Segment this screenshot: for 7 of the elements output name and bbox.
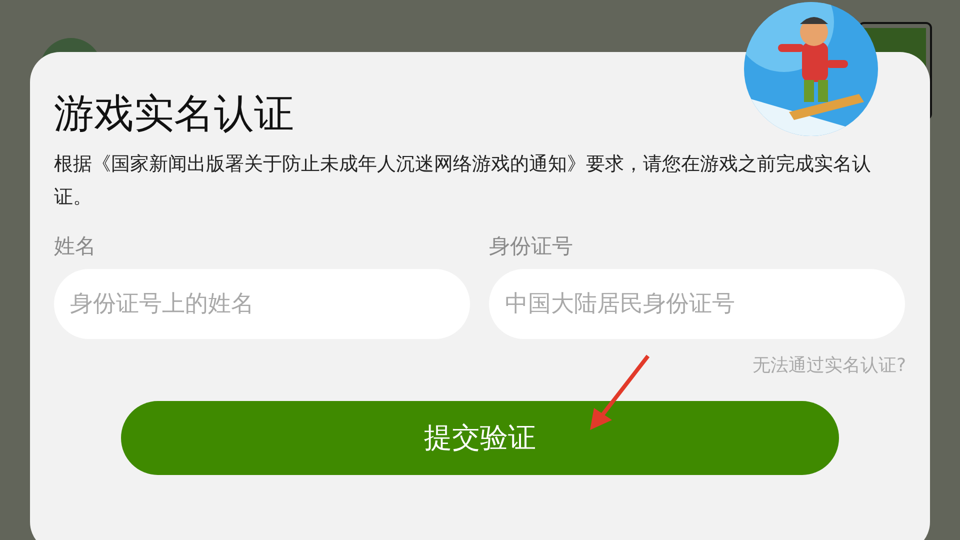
input-field[interactable]: 身份证号上的姓名 [54, 269, 470, 339]
field-label: 姓名 [54, 233, 97, 260]
field-label: 身份证号 [489, 233, 574, 260]
dialog-title: 游戏实名认证 [54, 90, 295, 138]
description-text: 根据《国家新闻出版署关于防止未成年人沉迷网络游戏的通知》要求，请您在游戏之前完成实名认证。 [54, 152, 872, 210]
input-field[interactable]: 中国大陆居民身份证号 [489, 269, 905, 339]
submit-button[interactable]: 提交验证 [121, 401, 839, 475]
